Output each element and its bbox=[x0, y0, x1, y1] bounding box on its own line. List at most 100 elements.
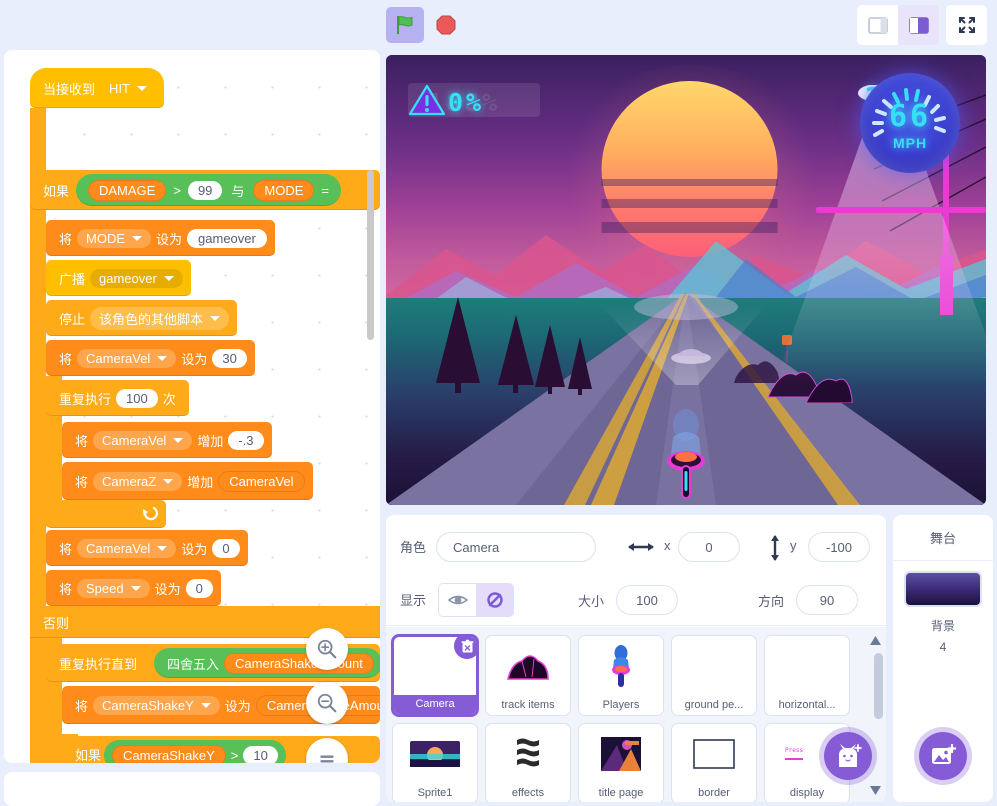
block-label-broadcast: 广播 bbox=[54, 269, 90, 288]
delete-sprite-button[interactable] bbox=[454, 635, 478, 659]
dropdown-variable-camerashakey-1[interactable]: CameraShakeY bbox=[93, 696, 220, 715]
input-thirty[interactable]: 30 bbox=[212, 349, 246, 368]
input-zero-2[interactable]: 0 bbox=[186, 579, 213, 598]
sprite-name-input[interactable]: Camera bbox=[436, 532, 596, 562]
code-area-footer bbox=[4, 772, 380, 806]
dropdown-variable-mode[interactable]: MODE bbox=[77, 229, 151, 248]
block-label-set-7: 将 bbox=[70, 696, 93, 715]
sprite-card-effects[interactable]: effects bbox=[485, 723, 571, 802]
add-backdrop-button[interactable] bbox=[919, 732, 967, 780]
stage-display[interactable]: 188% 0% 888 109 bbox=[386, 55, 986, 505]
zoom-in-button[interactable] bbox=[306, 628, 348, 670]
layout-small-stage-icon bbox=[868, 17, 888, 34]
backdrop-thumbnail[interactable] bbox=[904, 571, 982, 607]
sprite-card-horizontal[interactable]: horizontal... bbox=[764, 635, 850, 716]
block-when-broadcast-received[interactable]: 当接收到 HIT bbox=[30, 68, 164, 108]
stage-panel-title: 舞台 bbox=[893, 515, 993, 561]
sprite-card-track-items[interactable]: track items bbox=[485, 635, 571, 716]
sprite-card-camera[interactable]: Camera bbox=[392, 635, 478, 716]
dropdown-broadcast-message[interactable]: gameover bbox=[90, 269, 183, 288]
chevron-down-icon bbox=[870, 786, 881, 795]
block-broadcast[interactable]: 广播 gameover bbox=[46, 260, 191, 296]
block-repeat-100[interactable]: 重复执行 100 次 bbox=[46, 380, 189, 416]
scroll-up-arrow-button[interactable] bbox=[869, 633, 882, 647]
block-label-set-3: 将 bbox=[70, 431, 93, 450]
block-change-cameraz[interactable]: 将 CameraZ 增加 CameraVel bbox=[62, 462, 313, 500]
input-zero-1[interactable]: 0 bbox=[212, 539, 239, 558]
hide-sprite-button[interactable] bbox=[476, 584, 513, 616]
sprite-panel: 角色 Camera x 0 y -100 显示 bbox=[386, 515, 886, 802]
chevron-down-icon bbox=[201, 703, 211, 708]
chevron-down-icon bbox=[132, 236, 142, 241]
dropdown-variable-cameravel-1[interactable]: CameraVel bbox=[77, 349, 176, 368]
rock-thumb bbox=[501, 642, 555, 690]
block-label-set-to-3: 设为 bbox=[176, 539, 212, 558]
sprite-list-scroll-thumb[interactable] bbox=[874, 653, 883, 719]
code-vertical-scrollbar[interactable] bbox=[367, 170, 374, 340]
y-input[interactable]: -100 bbox=[808, 532, 870, 562]
dropdown-variable-cameravel-3[interactable]: CameraVel bbox=[77, 539, 176, 558]
input-neg-point-three[interactable]: -.3 bbox=[228, 431, 263, 450]
chevron-down-icon bbox=[163, 479, 173, 484]
small-stage-button[interactable] bbox=[857, 5, 898, 45]
input-hundred[interactable]: 100 bbox=[116, 389, 158, 408]
show-sprite-button[interactable] bbox=[439, 584, 476, 616]
operator-gt-symbol: > bbox=[173, 183, 181, 198]
sprite-name-7: title page bbox=[579, 784, 663, 802]
sprite-card-border[interactable]: border bbox=[671, 723, 757, 802]
scroll-down-arrow-button[interactable] bbox=[869, 783, 882, 797]
effects-icon bbox=[515, 737, 541, 771]
chevron-down-icon bbox=[157, 356, 167, 361]
x-input[interactable]: 0 bbox=[678, 532, 740, 562]
sprite-card-players[interactable]: Players bbox=[578, 635, 664, 716]
block-label-set-2: 将 bbox=[54, 349, 77, 368]
sprite-name-5: Sprite1 bbox=[393, 784, 477, 802]
stage-selector-panel: 舞台 背景 4 bbox=[893, 515, 993, 802]
dropdown-broadcast-label: gameover bbox=[99, 271, 157, 286]
block-stop-other-scripts[interactable]: 停止 该角色的其他脚本 bbox=[46, 300, 237, 336]
variable-mode[interactable]: MODE bbox=[253, 180, 314, 201]
code-workspace[interactable]: 当接收到 HIT 如果 DAMAGE > 99 与 MODE = bbox=[4, 50, 380, 763]
dropdown-variable-cameravel-2[interactable]: CameraVel bbox=[93, 431, 192, 450]
size-input[interactable]: 100 bbox=[616, 585, 678, 615]
large-stage-button[interactable] bbox=[898, 5, 939, 45]
dropdown-stop-option[interactable]: 该角色的其他脚本 bbox=[90, 307, 229, 330]
stop-button[interactable] bbox=[432, 11, 460, 39]
add-sprite-button[interactable] bbox=[824, 732, 872, 780]
zoom-out-button[interactable] bbox=[306, 682, 348, 724]
direction-input[interactable]: 90 bbox=[796, 585, 858, 615]
variable-cameravel-ref[interactable]: CameraVel bbox=[218, 471, 304, 492]
blank-thumb bbox=[687, 642, 741, 690]
sprite-list[interactable]: Camera track items bbox=[386, 627, 886, 802]
sprite-card-title-page[interactable]: title page bbox=[578, 723, 664, 802]
variable-camerashakey-ref[interactable]: CameraShakeY bbox=[112, 745, 226, 764]
input-ten-1[interactable]: 10 bbox=[243, 746, 277, 764]
block-gt-operator-2[interactable]: CameraShakeY > 10 bbox=[104, 740, 286, 763]
input-gameover-value[interactable]: gameover bbox=[187, 229, 267, 248]
dropdown-variable-cameraz[interactable]: CameraZ bbox=[93, 472, 182, 491]
zoom-out-icon bbox=[316, 692, 338, 714]
dropdown-variable-speed[interactable]: Speed bbox=[77, 579, 150, 598]
backdrop-card[interactable]: 背景 4 bbox=[904, 571, 982, 654]
variable-damage[interactable]: DAMAGE bbox=[88, 180, 166, 201]
block-set-speed-0[interactable]: 将 Speed 设为 0 bbox=[46, 570, 221, 606]
block-label-repeat: 重复执行 bbox=[54, 389, 116, 408]
direction-label: 方向 bbox=[758, 591, 784, 610]
block-label-set-6: 将 bbox=[54, 579, 77, 598]
green-flag-icon bbox=[394, 14, 416, 36]
block-change-cameravel[interactable]: 将 CameraVel 增加 -.3 bbox=[62, 422, 272, 458]
input-ninetynine[interactable]: 99 bbox=[188, 181, 222, 200]
block-and-operator[interactable]: DAMAGE > 99 与 MODE = bbox=[76, 174, 341, 206]
dropdown-cameraz-label: CameraZ bbox=[102, 474, 156, 489]
variable-camerashakeamount[interactable]: CameraShakeAmount bbox=[224, 653, 374, 674]
sprite-card-sprite1[interactable]: Sprite1 bbox=[392, 723, 478, 802]
block-set-mode-gameover[interactable]: 将 MODE 设为 gameover bbox=[46, 220, 275, 256]
block-set-cameravel-0[interactable]: 将 CameraVel 设为 0 bbox=[46, 530, 248, 566]
sprite-card-ground-pe[interactable]: ground pe... bbox=[671, 635, 757, 716]
sprite-name-3: ground pe... bbox=[672, 696, 756, 715]
green-flag-button[interactable] bbox=[386, 7, 424, 43]
fullscreen-button[interactable] bbox=[946, 5, 987, 45]
horizontal-arrow-icon bbox=[628, 540, 654, 554]
dropdown-hit-message[interactable]: HIT bbox=[100, 79, 156, 98]
block-set-cameravel-30[interactable]: 将 CameraVel 设为 30 bbox=[46, 340, 255, 376]
